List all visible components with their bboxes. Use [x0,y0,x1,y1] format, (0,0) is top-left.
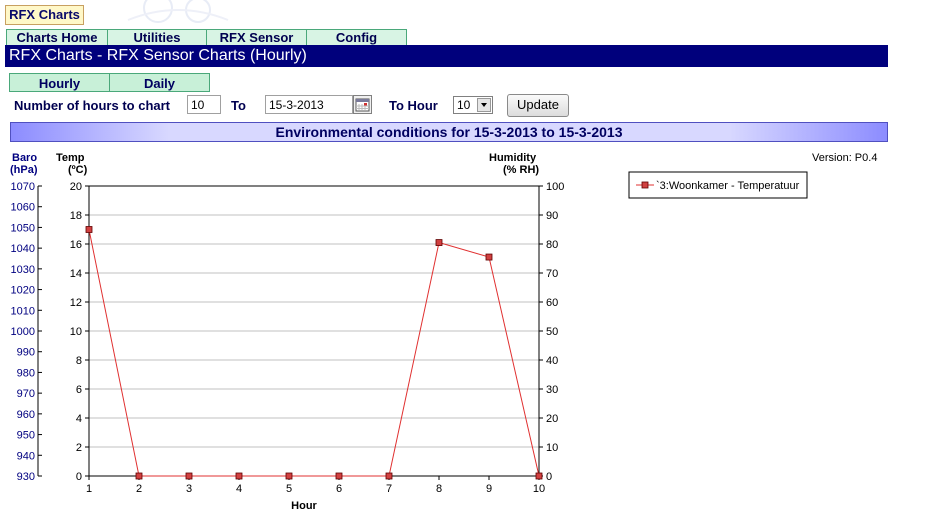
temp-tick-label: 12 [70,297,82,309]
chart-canvas: 1070106010501040103010201010100099098097… [11,171,808,512]
x-tick-label: 3 [186,483,192,495]
temp-tick-label: 10 [70,326,82,338]
data-point [385,472,393,480]
temp-tick-label: 2 [76,442,82,454]
temp-tick-label: 14 [70,268,82,280]
baro-tick-label: 1040 [11,243,35,255]
humidity-tick-label: 100 [546,181,564,193]
x-tick-label: 7 [386,483,392,495]
data-point [85,226,93,233]
x-tick-label: 6 [336,483,342,495]
baro-tick-label: 940 [17,450,35,462]
baro-tick-label: 1010 [11,305,35,317]
baro-tick-label: 970 [17,388,35,400]
humidity-tick-label: 80 [546,239,558,251]
data-point [535,472,543,480]
baro-tick-label: 1020 [11,285,35,297]
temp-tick-label: 18 [70,210,82,222]
temp-tick-label: 16 [70,239,82,251]
data-point [485,253,493,261]
x-tick-label: 1 [86,483,92,495]
baro-tick-label: 1050 [11,222,35,234]
x-tick-label: 10 [533,483,545,495]
x-tick-label: 9 [486,483,492,495]
baro-tick-label: 990 [17,347,35,359]
series-line [88,229,540,477]
data-point [285,472,293,480]
data-point [185,472,193,480]
baro-tick-label: 950 [17,430,35,442]
baro-tick-label: 930 [17,471,35,483]
baro-tick-label: 1070 [11,181,35,193]
baro-tick-label: 1060 [11,202,35,214]
humidity-tick-label: 20 [546,413,558,425]
data-point [235,472,243,480]
baro-tick-label: 1030 [11,264,35,276]
x-tick-label: 2 [136,483,142,495]
temp-tick-label: 6 [76,384,82,396]
temp-tick-label: 4 [76,413,82,425]
data-point [335,472,343,480]
legend-entry: `3:Woonkamer - Temperatuur [656,180,800,192]
humidity-tick-label: 40 [546,355,558,367]
humidity-tick-label: 90 [546,210,558,222]
data-point [435,239,443,246]
temp-tick-label: 8 [76,355,82,367]
x-tick-label: 8 [436,483,442,495]
legend-swatch-marker [641,181,649,189]
x-axis-title: Hour [291,500,317,512]
baro-tick-label: 980 [17,367,35,379]
x-tick-label: 5 [286,483,292,495]
baro-tick-label: 1000 [11,326,35,338]
data-point [135,472,143,480]
humidity-tick-label: 0 [546,471,552,483]
x-tick-label: 4 [236,483,242,495]
humidity-tick-label: 50 [546,326,558,338]
temp-tick-label: 0 [76,471,82,483]
humidity-tick-label: 30 [546,384,558,396]
baro-tick-label: 960 [17,409,35,421]
temp-tick-label: 20 [70,181,82,193]
humidity-tick-label: 70 [546,268,558,280]
humidity-tick-label: 60 [546,297,558,309]
humidity-tick-label: 10 [546,442,558,454]
